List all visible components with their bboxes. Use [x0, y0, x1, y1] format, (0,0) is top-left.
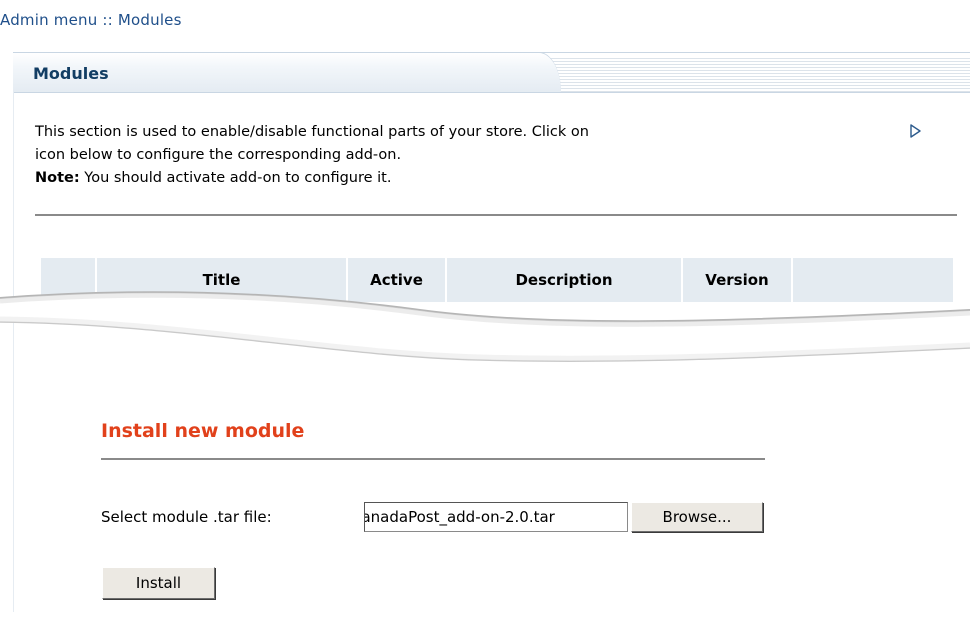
- install-separator: [101, 458, 765, 460]
- description-separator: [35, 214, 957, 216]
- section-header-bottom: [13, 92, 970, 93]
- section-description: This section is used to enable/disable f…: [35, 121, 935, 190]
- description-line-1: This section is used to enable/disable f…: [35, 124, 589, 140]
- note-text: You should activate add-on to configure …: [79, 170, 392, 186]
- section-header-stripes: [550, 58, 970, 92]
- breadcrumb: Admin menu :: Modules: [0, 11, 182, 29]
- install-heading: Install new module: [101, 420, 305, 442]
- file-select-label: Select module .tar file:: [101, 508, 272, 526]
- description-line-2: icon below to configure the correspondin…: [35, 147, 402, 163]
- browse-button[interactable]: Browse...: [631, 502, 763, 532]
- install-button[interactable]: Install: [102, 567, 215, 599]
- module-file-input[interactable]: [364, 502, 628, 532]
- description-note: Note: You should activate add-on to conf…: [35, 167, 935, 190]
- section-title: Modules: [33, 64, 109, 83]
- arrow-right-icon: [910, 124, 921, 138]
- torn-page-divider: [0, 291, 970, 363]
- note-label: Note:: [35, 170, 80, 186]
